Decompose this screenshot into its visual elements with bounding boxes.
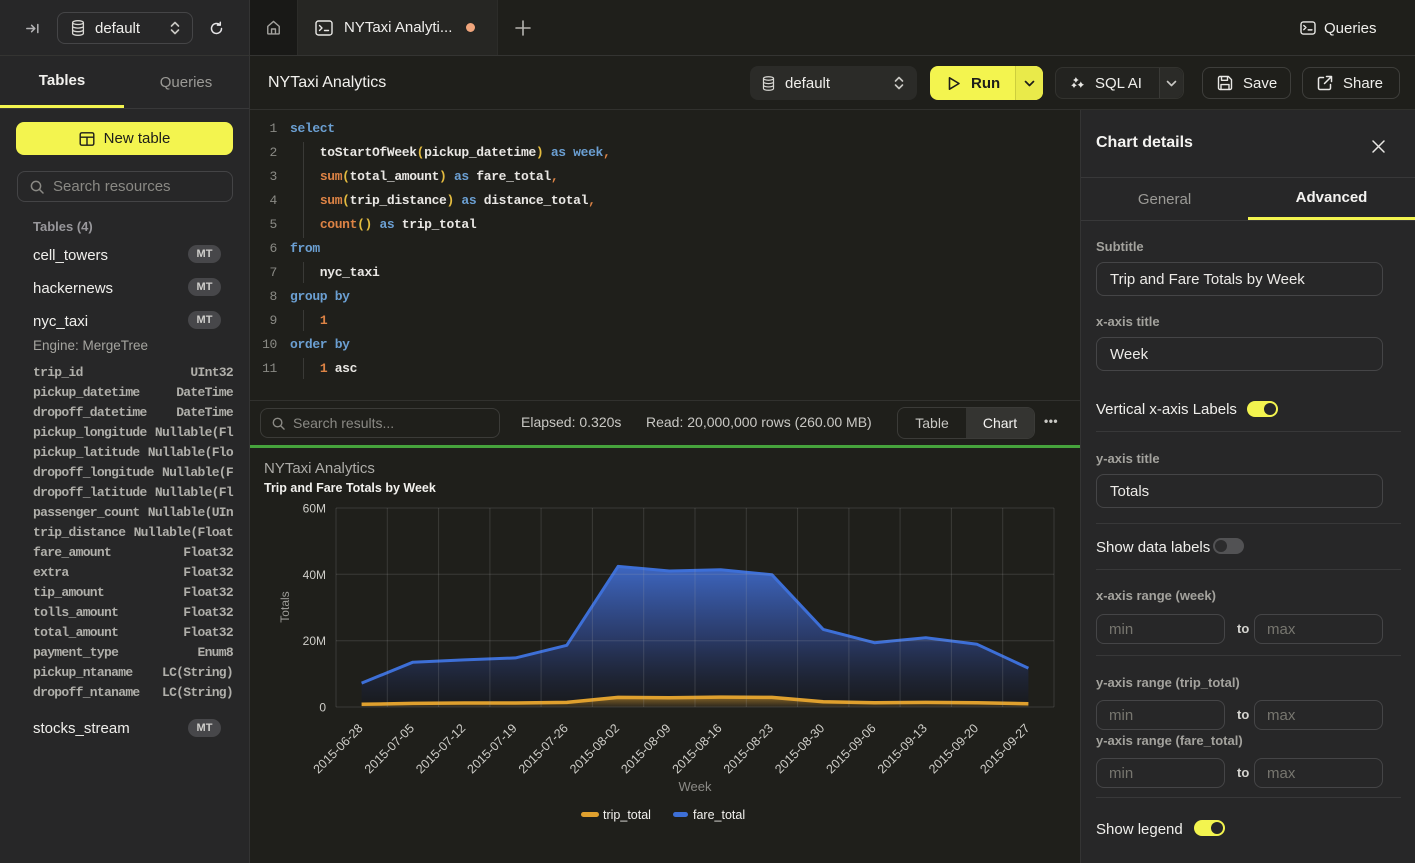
svg-text:fare_total: fare_total — [693, 808, 745, 822]
svg-text:2015-08-16: 2015-08-16 — [670, 721, 725, 776]
svg-text:NYTaxi Analytics: NYTaxi Analytics — [264, 460, 375, 477]
svg-text:2015-09-06: 2015-09-06 — [824, 721, 879, 776]
svg-text:2015-09-13: 2015-09-13 — [875, 721, 930, 776]
svg-text:2015-08-09: 2015-08-09 — [618, 721, 673, 776]
svg-text:2015-09-27: 2015-09-27 — [977, 721, 1032, 776]
svg-text:0: 0 — [319, 701, 326, 715]
svg-text:2015-06-28: 2015-06-28 — [311, 721, 366, 776]
svg-text:2015-07-26: 2015-07-26 — [516, 721, 571, 776]
svg-text:2015-07-12: 2015-07-12 — [413, 721, 468, 776]
svg-text:2015-07-05: 2015-07-05 — [362, 721, 417, 776]
svg-text:trip_total: trip_total — [603, 808, 651, 822]
svg-text:60M: 60M — [303, 502, 326, 516]
svg-text:20M: 20M — [303, 634, 326, 648]
svg-text:2015-08-30: 2015-08-30 — [772, 721, 827, 776]
svg-text:2015-08-23: 2015-08-23 — [721, 721, 776, 776]
svg-text:2015-09-20: 2015-09-20 — [926, 721, 981, 776]
svg-text:Week: Week — [679, 779, 712, 794]
svg-text:2015-07-19: 2015-07-19 — [465, 721, 520, 776]
svg-text:Trip and Fare Totals by Week: Trip and Fare Totals by Week — [264, 481, 436, 495]
svg-text:40M: 40M — [303, 568, 326, 582]
svg-text:Totals: Totals — [278, 591, 292, 622]
svg-text:2015-08-02: 2015-08-02 — [567, 721, 622, 776]
